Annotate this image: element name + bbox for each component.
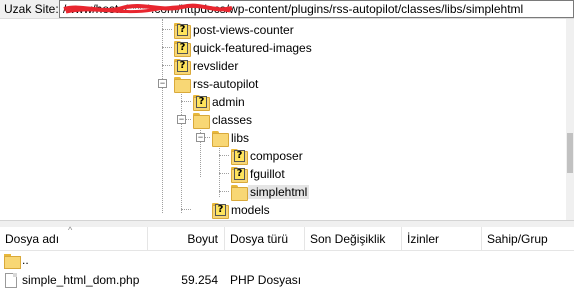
column-header-filename[interactable]: Dosya adı ^ xyxy=(0,225,148,251)
tree-connector xyxy=(219,145,220,197)
file-name: simple_html_dom.php xyxy=(22,273,140,287)
tree-item-libs[interactable]: libs xyxy=(212,129,249,147)
file-name: .. xyxy=(22,253,29,267)
remote-directory-tree[interactable]: − − − ? post-views-counter ? quick-featu… xyxy=(0,19,566,220)
folder-icon xyxy=(193,113,210,129)
collapse-toggle-rss-autopilot[interactable]: − xyxy=(158,79,167,88)
tree-item-post-views-counter[interactable]: ? post-views-counter xyxy=(174,21,294,39)
remote-site-path-input[interactable]: /www/hosts/*****.com/httpdocs/wp-content… xyxy=(59,0,574,18)
unknown-folder-icon: ? xyxy=(231,149,248,165)
remote-site-path-text: /www/hosts/*****.com/httpdocs/wp-content… xyxy=(63,2,524,16)
tree-connector xyxy=(205,137,210,138)
tree-connector xyxy=(162,47,172,48)
column-header-permissions[interactable]: İzinler xyxy=(402,227,482,251)
tree-scrollbar[interactable] xyxy=(566,19,574,220)
scrollbar-thumb[interactable] xyxy=(567,133,573,173)
tree-connector xyxy=(162,65,172,66)
collapse-toggle-classes[interactable]: − xyxy=(177,115,186,124)
tree-item-label: classes xyxy=(212,113,253,127)
column-header-filetype[interactable]: Dosya türü xyxy=(225,227,305,251)
remote-site-bar: Uzak Site: /www/hosts/*****.com/httpdocs… xyxy=(0,0,574,19)
unknown-folder-icon: ? xyxy=(174,23,191,39)
tree-item-label: revslider xyxy=(193,59,239,73)
tree-item-composer[interactable]: ? composer xyxy=(231,147,303,165)
tree-item-simplehtml[interactable]: simplehtml xyxy=(231,183,310,201)
unknown-folder-icon: ? xyxy=(212,203,229,219)
tree-item-label: quick-featured-images xyxy=(193,41,312,55)
unknown-folder-icon: ? xyxy=(193,95,210,111)
tree-item-rss-autopilot[interactable]: rss-autopilot xyxy=(174,75,258,93)
folder-icon xyxy=(231,185,248,201)
tree-item-fguillot[interactable]: ? fguillot xyxy=(231,165,285,183)
folder-icon xyxy=(212,131,229,147)
tree-connector xyxy=(219,191,229,192)
tree-connector xyxy=(186,119,191,120)
remote-site-label: Uzak Site: xyxy=(4,2,59,16)
file-size: 59.254 xyxy=(181,273,218,287)
unknown-folder-icon: ? xyxy=(231,167,248,183)
collapse-toggle-libs[interactable]: − xyxy=(196,133,205,142)
unknown-folder-icon: ? xyxy=(174,41,191,57)
tree-item-label: rss-autopilot xyxy=(193,77,259,91)
tree-item-label: post-views-counter xyxy=(193,23,294,37)
tree-item-label: admin xyxy=(212,95,245,109)
tree-item-label: fguillot xyxy=(250,167,285,181)
tree-connector xyxy=(219,155,229,156)
tree-item-revslider[interactable]: ? revslider xyxy=(174,57,238,75)
file-type: PHP Dosyası xyxy=(230,273,302,287)
column-header-size[interactable]: Boyut xyxy=(148,227,225,251)
tree-item-label: simplehtml xyxy=(248,185,310,199)
tree-item-label: models xyxy=(231,203,270,217)
tree-item-quick-featured-images[interactable]: ? quick-featured-images xyxy=(174,39,312,57)
pane-splitter[interactable] xyxy=(0,220,574,227)
column-header-last-modified[interactable]: Son Değişiklik xyxy=(305,227,402,251)
file-row[interactable]: simple_html_dom.php 59.254 PHP Dosyası xyxy=(0,269,574,288)
tree-item-label: composer xyxy=(250,149,303,163)
unknown-folder-icon: ? xyxy=(174,59,191,75)
column-header-owner-group[interactable]: Sahip/Grup xyxy=(482,227,574,251)
tree-connector xyxy=(162,19,163,213)
tree-connector xyxy=(219,173,229,174)
tree-item-label: libs xyxy=(231,131,250,145)
tree-connector xyxy=(181,209,191,210)
tree-connector xyxy=(181,101,191,102)
tree-connector xyxy=(162,29,172,30)
sort-ascending-icon: ^ xyxy=(68,225,73,235)
tree-item-models[interactable]: ? models xyxy=(212,201,270,219)
tree-item-admin[interactable]: ? admin xyxy=(193,93,245,111)
tree-connector xyxy=(181,91,182,213)
php-file-icon xyxy=(5,273,17,288)
parent-folder-icon xyxy=(4,254,21,269)
tree-item-classes[interactable]: classes xyxy=(193,111,252,129)
file-list-header: Dosya adı ^ Boyut Dosya türü Son Değişik… xyxy=(0,225,574,251)
folder-icon xyxy=(174,77,191,93)
